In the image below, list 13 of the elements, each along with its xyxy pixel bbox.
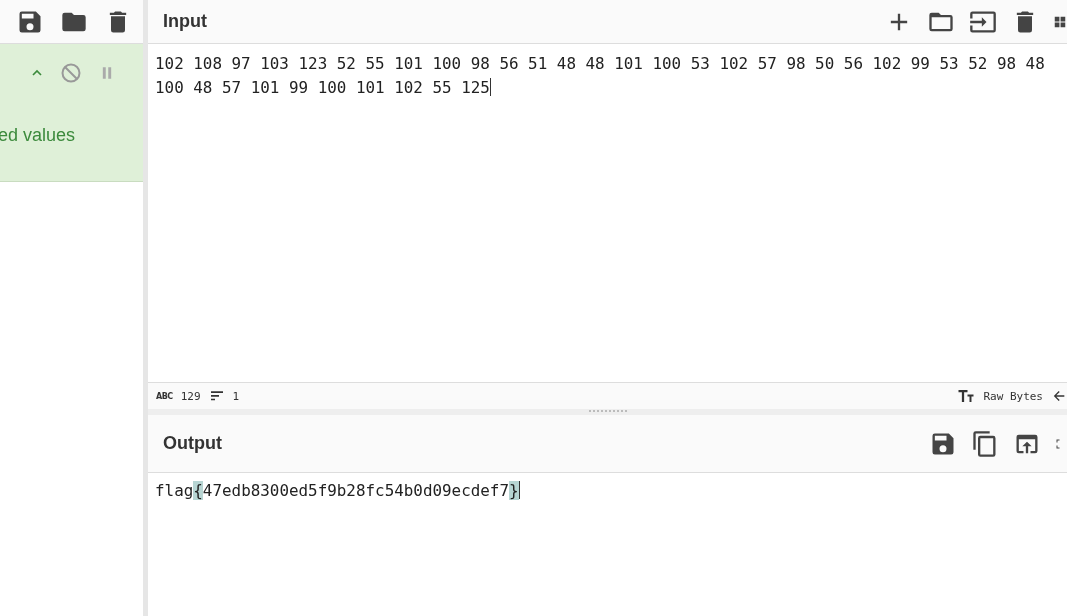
text-size-icon <box>957 387 976 405</box>
output-text: flag{47edb8300ed5f9b28fc54b0d09ecdef7} <box>155 481 519 500</box>
input-field[interactable]: 102 108 97 103 123 52 55 101 100 98 56 51 48 48 101 100 53 102 57 98 50 56 102 99 53 52 98 48 100 48 57 101 99 100 101 102 55 125 <box>148 44 1067 382</box>
input-text-line: 102 108 97 103 123 52 55 101 100 98 56 51 48 48 101 100 53 102 57 98 50 56 102 99 53 52 98 48 <box>155 53 1046 75</box>
input-title: Input <box>163 11 207 32</box>
length-count: 129 <box>180 389 201 403</box>
input-text-line: 100 48 57 101 99 100 101 102 55 125 <box>155 77 492 99</box>
encoding-option[interactable]: Raw Bytes <box>983 389 1043 403</box>
line-count: 1 <box>232 389 240 403</box>
copy-icon[interactable] <box>971 429 999 458</box>
length-icon: ABC <box>156 391 173 401</box>
arrow-left-icon[interactable] <box>1051 388 1067 404</box>
output-title: Output <box>163 433 222 454</box>
